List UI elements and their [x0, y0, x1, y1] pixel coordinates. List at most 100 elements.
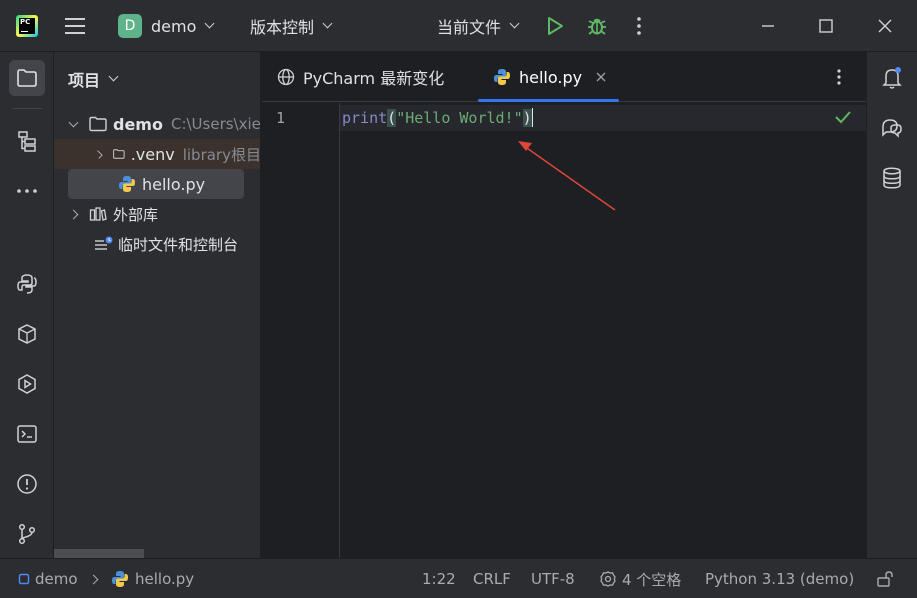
close-button[interactable]	[856, 0, 914, 52]
tree-item-external-libs[interactable]: 外部库	[68, 199, 159, 229]
tab-hello-py[interactable]: hello.py	[493, 52, 606, 102]
settings-gear-icon	[600, 571, 616, 587]
horizontal-scrollbar[interactable]	[54, 549, 144, 558]
maximize-button[interactable]	[797, 0, 855, 52]
close-tab-icon[interactable]	[596, 72, 606, 82]
terminal-button[interactable]	[9, 416, 45, 452]
tree-item-label: 外部库	[113, 205, 159, 224]
python-file-icon	[494, 69, 510, 85]
run-config-label: 当前文件	[437, 18, 502, 37]
collapsed-arrow-icon[interactable]	[68, 209, 79, 219]
active-tab-indicator	[478, 99, 619, 102]
tree-item-label: hello.py	[142, 174, 206, 194]
tab-label: PyCharm 最新变化	[303, 69, 445, 88]
project-tool-button[interactable]	[9, 60, 45, 96]
folder-icon	[17, 69, 37, 87]
warning-circle-icon	[17, 474, 37, 494]
code-close-paren: )	[522, 109, 532, 127]
globe-icon	[277, 68, 295, 86]
breadcrumb-project[interactable]: demo	[18, 559, 78, 598]
terminal-icon	[17, 425, 37, 443]
scratches-icon	[95, 236, 113, 250]
bell-icon	[882, 67, 902, 89]
python-cube-icon	[18, 324, 36, 344]
main-menu-button[interactable]	[64, 0, 86, 52]
tree-item-label: .venv	[130, 144, 175, 164]
close-icon	[878, 19, 892, 33]
structure-tool-button[interactable]	[9, 123, 45, 159]
python-file-icon	[119, 176, 135, 192]
indent-setting[interactable]: 4 个空格	[599, 559, 681, 598]
caret-position[interactable]: 1:22	[422, 559, 456, 598]
status-bar: demo hello.py 1:22 CRLF UTF-8 4 个空格 Pyth…	[0, 558, 917, 598]
read-only-toggle[interactable]	[876, 559, 894, 598]
minimize-button[interactable]	[739, 0, 797, 52]
more-vertical-icon	[637, 17, 641, 35]
ai-assistant-button[interactable]	[874, 110, 910, 146]
chevron-down-icon	[509, 18, 520, 29]
indent-label: 4 个空格	[622, 570, 682, 589]
project-panel-header[interactable]: 项目	[68, 67, 119, 91]
git-button[interactable]	[9, 516, 45, 552]
run-config-selector[interactable]: 当前文件	[437, 0, 520, 52]
code-string: "Hello World!"	[396, 109, 523, 127]
project-switcher[interactable]: D demo	[118, 0, 215, 52]
title-bar: PC D demo 版本控制 当前文件	[0, 0, 917, 52]
breadcrumb-file[interactable]: hello.py	[111, 559, 194, 598]
tree-item-label: 临时文件和控制台	[118, 235, 239, 254]
project-name: demo	[151, 16, 197, 36]
python-packages-button[interactable]	[9, 266, 45, 302]
tree-item-hint: library根目	[182, 145, 261, 164]
tree-item-venv[interactable]: .venv library根目	[54, 139, 261, 169]
no-problems-check-icon[interactable]	[834, 110, 852, 124]
tab-whats-new[interactable]: PyCharm 最新变化	[277, 52, 444, 102]
line-separator[interactable]: CRLF	[473, 559, 511, 598]
debug-button[interactable]	[586, 0, 608, 52]
tab-options-button[interactable]	[836, 52, 842, 102]
database-button[interactable]	[874, 160, 910, 196]
notifications-button[interactable]	[874, 60, 910, 96]
problems-button[interactable]	[9, 466, 45, 502]
expanded-arrow-icon[interactable]	[68, 117, 79, 127]
vcs-menu[interactable]: 版本控制	[250, 0, 333, 52]
chevron-down-icon	[108, 71, 119, 82]
folder-icon	[113, 149, 125, 159]
file-encoding[interactable]: UTF-8	[531, 559, 575, 598]
more-tools-button[interactable]	[9, 173, 45, 209]
git-branch-icon	[18, 523, 36, 545]
breadcrumb-file-label: hello.py	[135, 570, 195, 588]
interpreter-selector[interactable]: Python 3.13 (demo)	[705, 559, 854, 598]
editor-area: PyCharm 最新变化 hello.py 1 print("Hello Wor…	[262, 52, 866, 558]
project-badge: D	[118, 14, 142, 38]
python-file-icon	[112, 571, 128, 587]
maximize-icon	[819, 19, 833, 33]
services-play-icon	[18, 374, 36, 394]
breadcrumb-separator	[88, 559, 99, 598]
more-actions-button[interactable]	[634, 0, 644, 52]
code-line[interactable]: print("Hello World!")	[342, 108, 534, 127]
database-icon	[883, 167, 901, 189]
code-open-paren: (	[387, 109, 397, 127]
tree-item-demo[interactable]: demo C:\Users\xie	[68, 109, 260, 139]
chevron-right-icon	[88, 574, 99, 584]
chevron-down-icon	[204, 18, 215, 29]
collapsed-arrow-icon[interactable]	[94, 149, 103, 159]
services-button[interactable]	[9, 366, 45, 402]
module-icon	[18, 573, 30, 585]
editor-tabs: PyCharm 最新变化 hello.py	[262, 52, 866, 102]
tree-item-scratches[interactable]: 临时文件和控制台	[94, 229, 238, 259]
hamburger-menu-icon	[65, 18, 85, 34]
left-tool-strip	[0, 52, 54, 558]
chevron-down-icon	[322, 18, 333, 29]
folder-icon	[89, 116, 107, 132]
minimize-icon	[762, 25, 774, 27]
tree-item-hello-py[interactable]: hello.py	[68, 169, 244, 199]
python-console-button[interactable]	[9, 316, 45, 352]
run-button[interactable]	[545, 0, 565, 52]
run-icon	[548, 17, 563, 35]
line-number: 1	[276, 109, 286, 127]
right-tool-strip	[866, 52, 917, 558]
library-icon	[89, 207, 107, 221]
logo-text: PC	[19, 18, 35, 34]
bug-icon	[588, 18, 606, 35]
